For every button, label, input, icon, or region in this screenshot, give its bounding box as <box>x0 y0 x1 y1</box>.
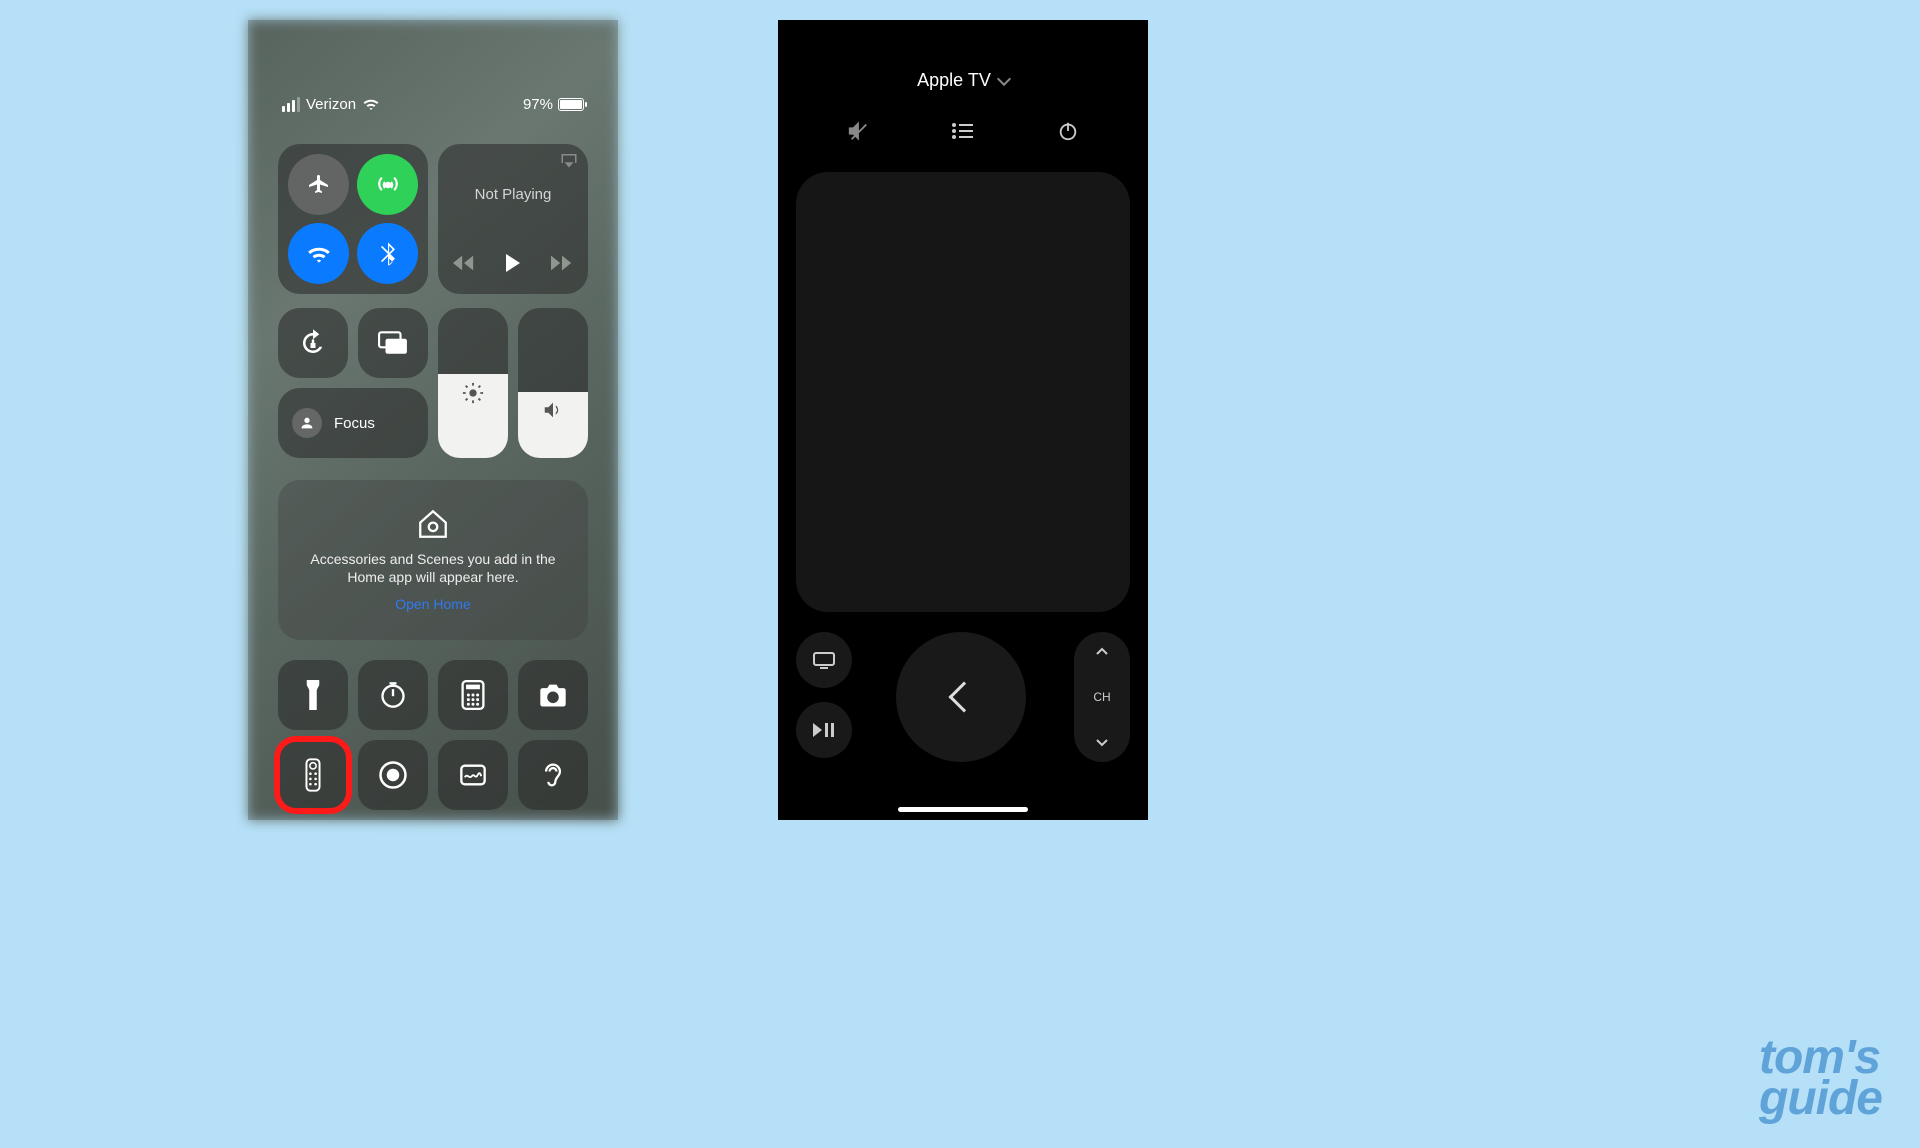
freeform-button[interactable] <box>438 740 508 810</box>
chevron-up-icon <box>1095 646 1109 656</box>
rotation-lock-toggle[interactable] <box>278 308 348 378</box>
home-placeholder-tile[interactable]: Accessories and Scenes you add in the Ho… <box>278 480 588 640</box>
camera-icon <box>538 683 568 707</box>
cellular-signal-icon <box>282 97 300 112</box>
media-controls[interactable]: Not Playing <box>438 144 588 294</box>
forward-icon[interactable] <box>551 255 573 271</box>
play-icon[interactable] <box>506 254 520 272</box>
bluetooth-toggle[interactable] <box>357 223 418 284</box>
home-description: Accessories and Scenes you add in the Ho… <box>292 550 574 586</box>
battery-icon <box>558 98 584 111</box>
chevron-down-icon <box>1095 738 1109 748</box>
screen-record-button[interactable] <box>358 740 428 810</box>
bluetooth-icon <box>381 242 395 266</box>
flashlight-button[interactable] <box>278 660 348 730</box>
focus-button[interactable]: Focus <box>278 388 428 458</box>
apple-tv-remote-button[interactable] <box>278 740 348 810</box>
person-icon <box>292 408 322 438</box>
chevron-left-icon <box>948 681 979 712</box>
channel-rocker[interactable]: CH <box>1074 632 1130 762</box>
airplane-icon <box>307 173 331 197</box>
ear-icon <box>541 760 565 790</box>
airplay-icon <box>560 152 578 168</box>
brightness-slider[interactable] <box>438 308 508 458</box>
status-bar: Verizon 97% <box>248 90 618 118</box>
controls-grid <box>278 660 588 810</box>
device-name: Apple TV <box>917 70 991 91</box>
back-button[interactable] <box>896 632 1026 762</box>
apple-tv-remote-screenshot: Apple TV CH <box>778 20 1148 820</box>
play-pause-button[interactable] <box>796 702 852 758</box>
rewind-icon[interactable] <box>453 255 475 271</box>
now-playing-label: Not Playing <box>438 186 588 203</box>
speaker-icon <box>542 400 564 420</box>
home-indicator[interactable] <box>898 807 1028 812</box>
record-icon <box>378 760 408 790</box>
open-home-link[interactable]: Open Home <box>395 596 470 612</box>
tv-icon <box>812 650 836 670</box>
battery-pct: 97% <box>523 96 553 113</box>
antenna-icon <box>375 172 401 198</box>
play-pause-icon <box>813 722 835 738</box>
screen-mirroring-button[interactable] <box>358 308 428 378</box>
chevron-down-icon <box>997 71 1011 85</box>
volume-slider[interactable] <box>518 308 588 458</box>
connectivity-group[interactable] <box>278 144 428 294</box>
menu-list-icon[interactable] <box>951 121 975 141</box>
carrier-label: Verizon <box>306 96 356 113</box>
wifi-toggle[interactable] <box>288 223 349 284</box>
camera-button[interactable] <box>518 660 588 730</box>
watermark: tom's guide <box>1759 1038 1882 1120</box>
sun-icon <box>462 382 484 404</box>
wifi-icon <box>306 244 332 264</box>
power-icon[interactable] <box>1057 120 1079 142</box>
channel-label: CH <box>1093 690 1110 704</box>
hearing-button[interactable] <box>518 740 588 810</box>
device-picker[interactable]: Apple TV <box>778 70 1148 91</box>
timer-button[interactable] <box>358 660 428 730</box>
airplane-mode-toggle[interactable] <box>288 154 349 215</box>
scribble-icon <box>459 762 487 788</box>
calculator-icon <box>461 680 485 710</box>
touchpad[interactable] <box>796 172 1130 612</box>
mute-icon[interactable] <box>847 120 869 142</box>
flashlight-icon <box>304 680 322 710</box>
timer-icon <box>379 681 407 709</box>
focus-label: Focus <box>334 415 375 432</box>
tv-button[interactable] <box>796 632 852 688</box>
cellular-data-toggle[interactable] <box>357 154 418 215</box>
rotation-lock-icon <box>298 328 328 358</box>
remote-icon <box>305 758 321 792</box>
wifi-icon <box>362 97 380 111</box>
calculator-button[interactable] <box>438 660 508 730</box>
control-center-screenshot: Verizon 97% Not Playing <box>248 20 618 820</box>
screen-mirror-icon <box>378 330 408 356</box>
home-icon <box>416 508 450 540</box>
